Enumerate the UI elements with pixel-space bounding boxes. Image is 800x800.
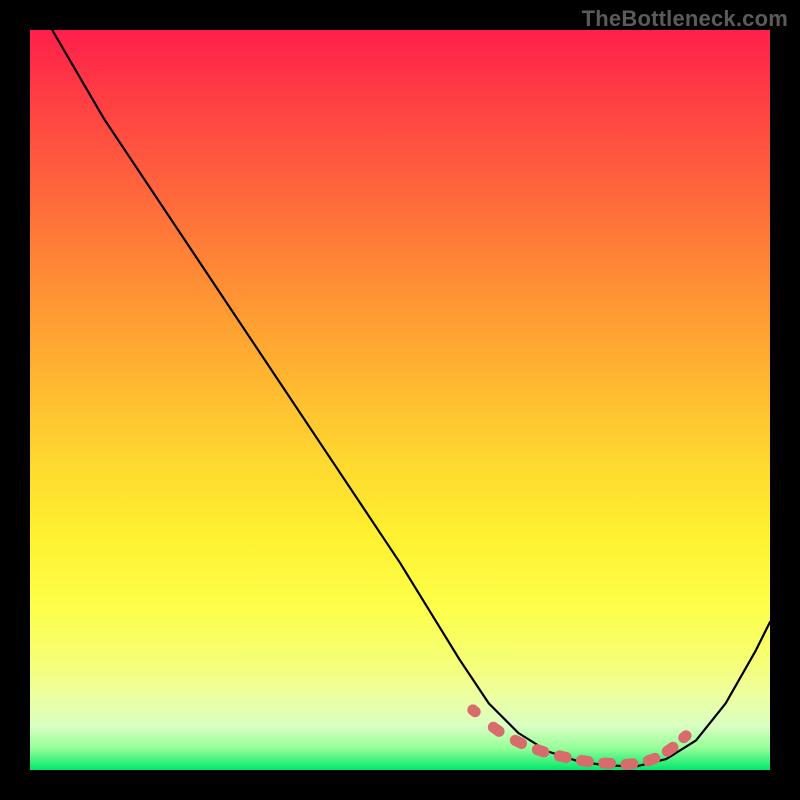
marker-dash (575, 754, 594, 768)
marker-dash (620, 758, 639, 770)
marker-dash (598, 757, 617, 769)
curve-line (52, 30, 770, 766)
plot-area (30, 30, 770, 770)
marker-band (465, 702, 694, 770)
marker-dash (465, 702, 483, 719)
chart-svg (30, 30, 770, 770)
chart-container: TheBottleneck.com (0, 0, 800, 800)
watermark-text: TheBottleneck.com (582, 6, 788, 32)
marker-dash (530, 743, 551, 759)
marker-dash (486, 720, 507, 739)
marker-dash (553, 749, 573, 764)
marker-dash (508, 733, 529, 751)
